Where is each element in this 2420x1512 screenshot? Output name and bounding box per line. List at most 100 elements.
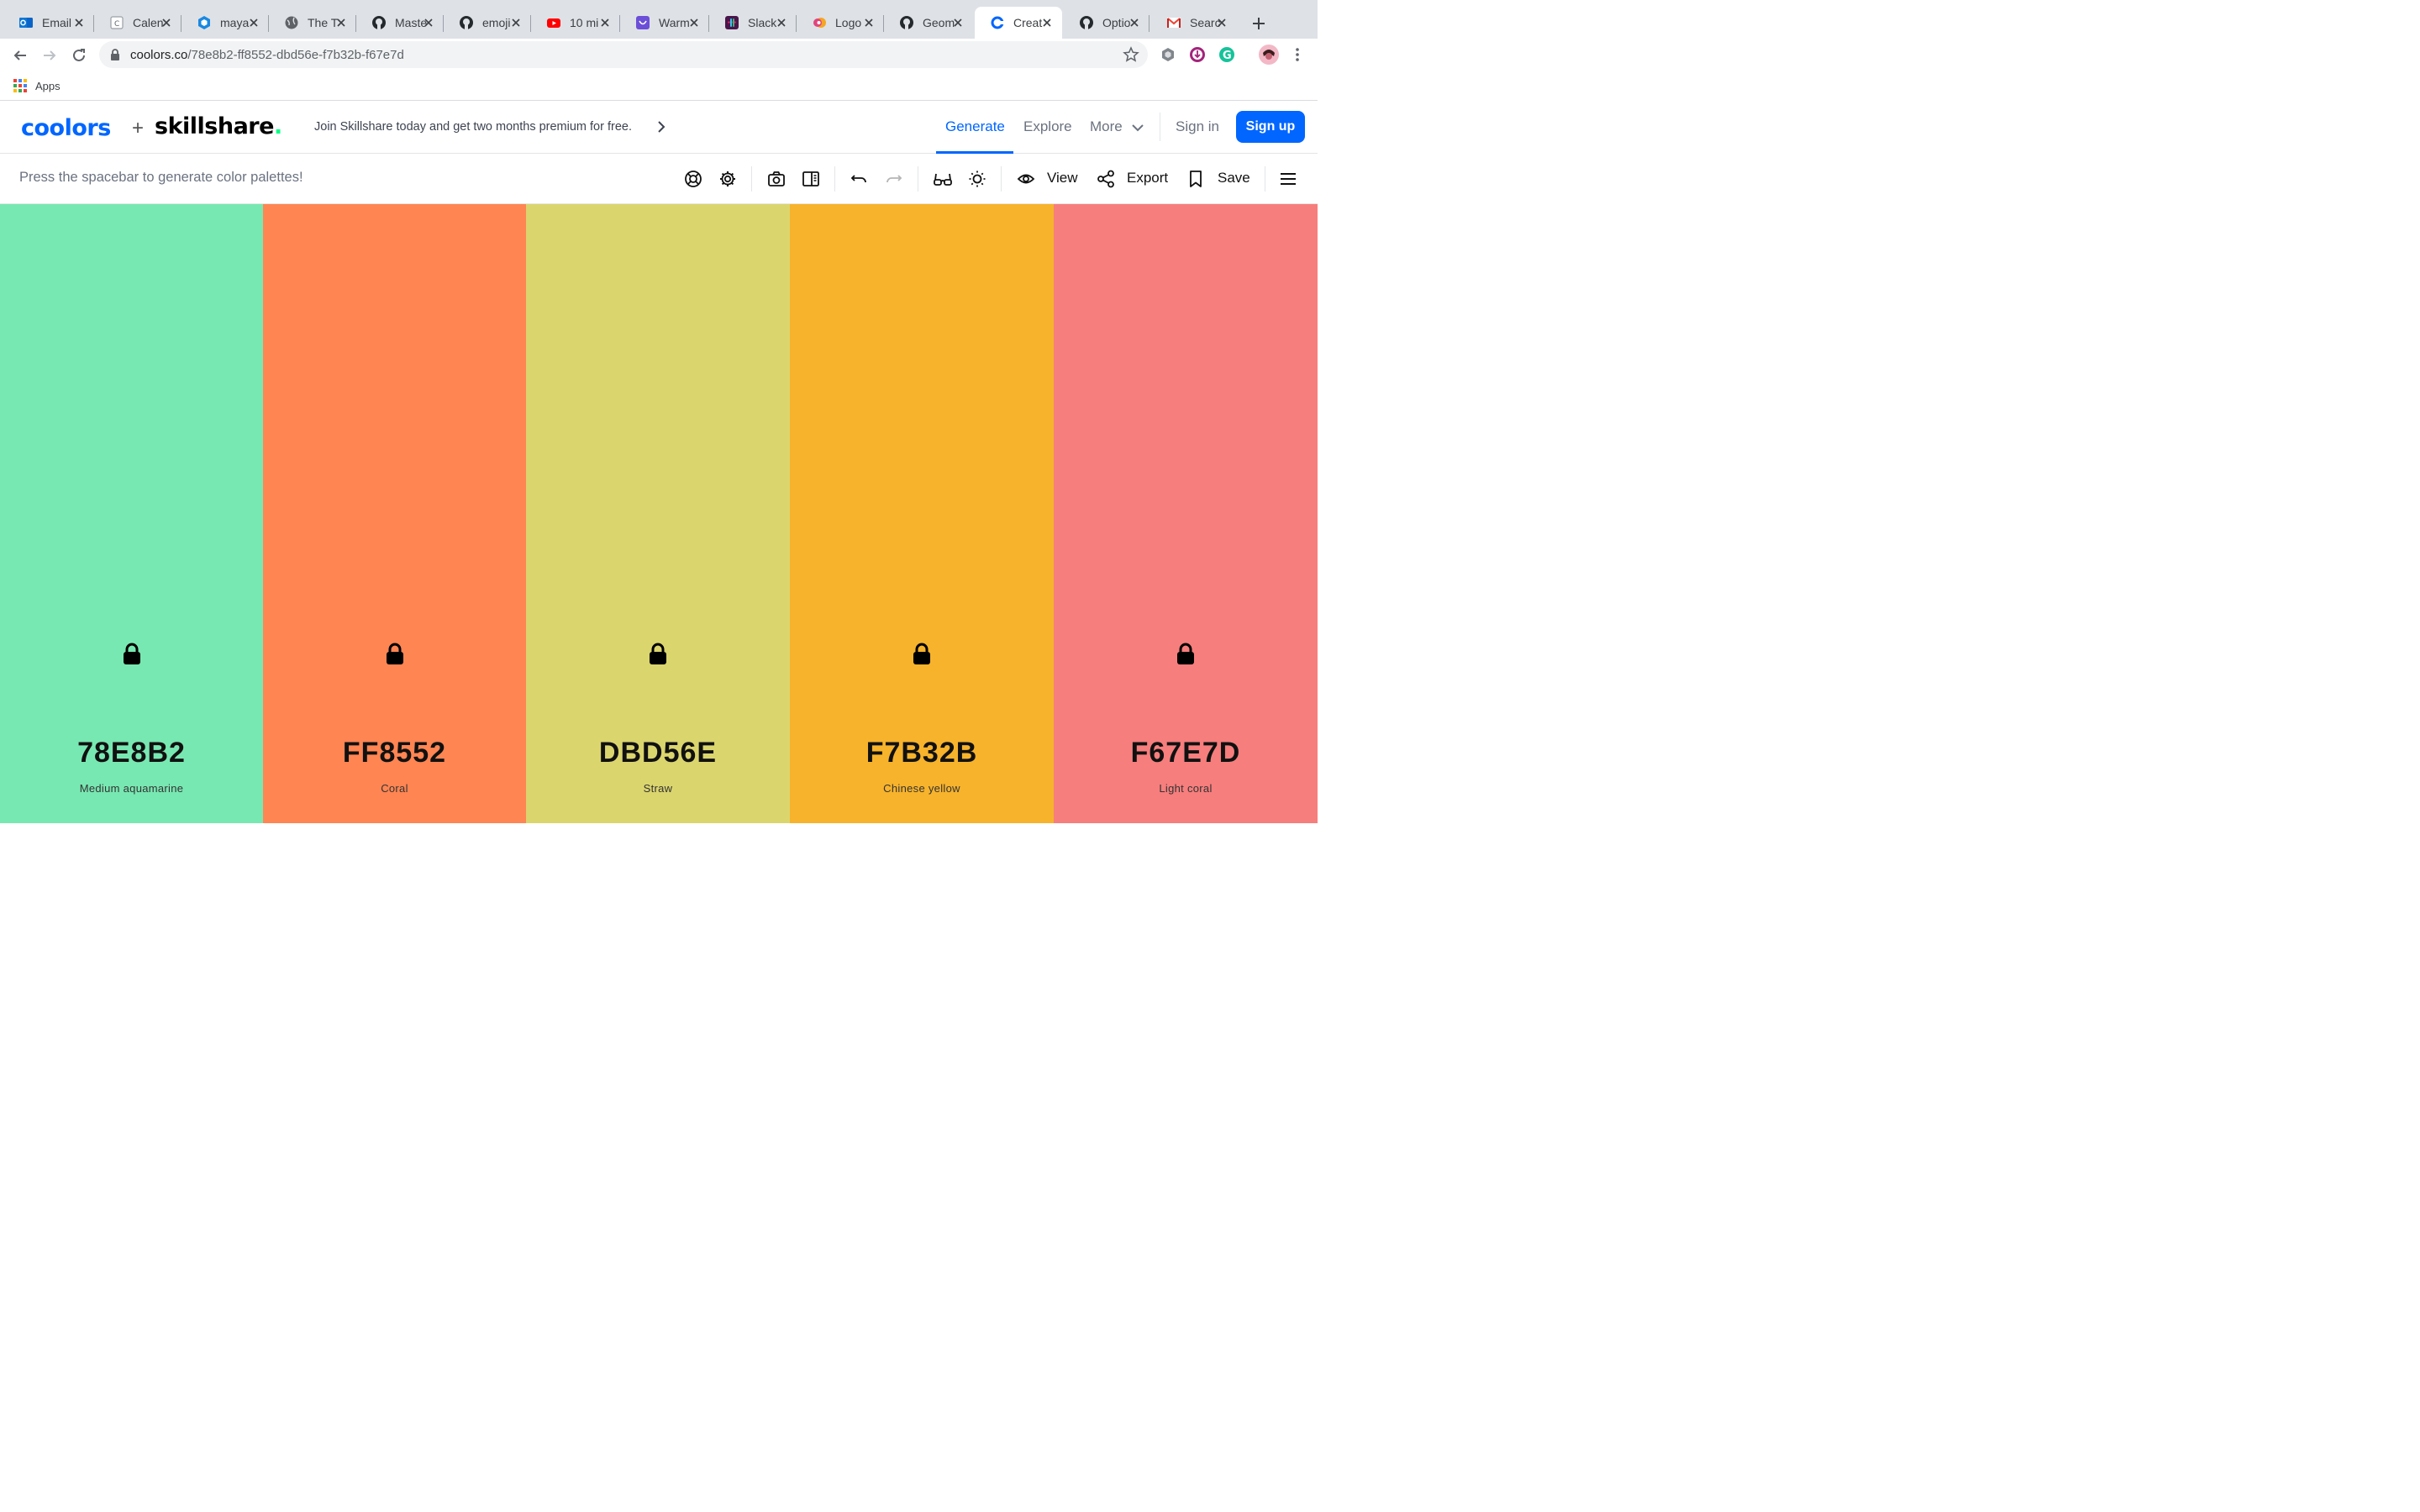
extension-hex-icon[interactable]: [1159, 45, 1177, 64]
address-bar[interactable]: coolors.co/78e8b2-ff8552-dbd56e-f7b32b-f…: [99, 41, 1148, 68]
svg-text:G: G: [1223, 50, 1232, 62]
sun-icon[interactable]: [967, 169, 987, 189]
github-icon: [1079, 15, 1094, 30]
eye-icon[interactable]: [1016, 169, 1036, 189]
color-swatch[interactable]: DBD56E Straw: [526, 204, 790, 823]
glasses-icon[interactable]: [933, 169, 953, 189]
bookmark-star-icon[interactable]: [1123, 46, 1139, 67]
hex-code[interactable]: F7B32B: [790, 737, 1054, 769]
color-swatch[interactable]: FF8552 Coral: [263, 204, 526, 823]
browser-tab[interactable]: 10 mi: [531, 7, 620, 39]
close-tab-icon[interactable]: [420, 14, 437, 31]
color-name: Medium aquamarine: [79, 782, 184, 795]
close-tab-icon[interactable]: [333, 14, 350, 31]
close-tab-icon[interactable]: [773, 14, 790, 31]
coolors-logo[interactable]: coolors: [21, 115, 111, 141]
save-button[interactable]: Save: [1218, 170, 1250, 186]
apps-bookmark[interactable]: Apps: [13, 79, 60, 92]
browser-tab[interactable]: Geom: [884, 7, 973, 39]
new-tab-icon[interactable]: [1249, 13, 1269, 34]
browser-tab[interactable]: Searc: [1151, 7, 1237, 39]
apps-grid-icon: [13, 79, 27, 92]
github-icon: [899, 15, 914, 30]
browser-tab[interactable]: Maste: [356, 7, 444, 39]
nav-more[interactable]: More: [1090, 118, 1123, 135]
close-tab-icon[interactable]: [508, 14, 524, 31]
close-tab-icon[interactable]: [71, 14, 87, 31]
coolors-icon: [990, 15, 1005, 30]
lock-icon[interactable]: [385, 643, 405, 666]
chevron-right-icon[interactable]: [654, 119, 669, 139]
back-arrow-icon[interactable]: [10, 45, 30, 66]
forward-arrow-icon[interactable]: [39, 45, 60, 66]
color-swatch[interactable]: F7B32B Chinese yellow: [790, 204, 1054, 823]
slack-icon: [724, 15, 739, 30]
gmail-icon: [1166, 15, 1181, 30]
lock-icon[interactable]: [1176, 643, 1196, 666]
browser-tab[interactable]: Slack: [709, 7, 797, 39]
browser-tab-strip: Email C Calen maya The T Maste emoji 10 …: [0, 0, 1318, 39]
hamburger-menu-icon[interactable]: [1278, 169, 1298, 189]
outlook-icon: [18, 15, 34, 30]
globe-icon: [284, 15, 299, 30]
lock-icon[interactable]: [648, 643, 668, 666]
chevron-down-icon[interactable]: [1130, 122, 1145, 138]
hex-code[interactable]: 78E8B2: [0, 737, 263, 769]
color-swatch[interactable]: 78E8B2 Medium aquamarine: [0, 204, 263, 823]
profile-avatar[interactable]: [1258, 44, 1280, 66]
hex-code[interactable]: FF8552: [263, 737, 526, 769]
tab-separator: [1149, 15, 1150, 32]
color-name: Chinese yellow: [883, 782, 960, 795]
hex-code[interactable]: DBD56E: [526, 737, 790, 769]
browser-tab[interactable]: maya: [182, 7, 269, 39]
undo-icon[interactable]: [849, 169, 869, 189]
close-tab-icon[interactable]: [686, 14, 702, 31]
browser-tab[interactable]: Logo: [797, 7, 884, 39]
url-host: coolors.co: [130, 48, 188, 62]
browser-tab[interactable]: C Calen: [94, 7, 182, 39]
skillshare-logo[interactable]: skillshare.: [155, 113, 282, 139]
camera-icon[interactable]: [766, 169, 786, 189]
settings-gear-icon[interactable]: [718, 169, 738, 189]
close-tab-icon[interactable]: [158, 14, 175, 31]
browser-tab-active[interactable]: Creat: [975, 7, 1062, 39]
svg-text:C: C: [114, 20, 119, 29]
side-panel-icon[interactable]: [801, 169, 821, 189]
browser-tab[interactable]: emoji: [444, 7, 531, 39]
nav-more-label: More: [1090, 118, 1123, 134]
browser-tab[interactable]: Email: [3, 7, 94, 39]
color-swatch[interactable]: F67E7D Light coral: [1054, 204, 1318, 823]
close-tab-icon[interactable]: [1213, 14, 1230, 31]
sign-in-link[interactable]: Sign in: [1176, 118, 1219, 135]
close-tab-icon[interactable]: [597, 14, 613, 31]
close-tab-icon[interactable]: [245, 14, 262, 31]
reload-icon[interactable]: [69, 45, 89, 66]
close-tab-icon[interactable]: [860, 14, 877, 31]
browser-menu-icon[interactable]: [1288, 45, 1307, 64]
grammarly-icon[interactable]: G: [1218, 45, 1236, 64]
color-palette: 78E8B2 Medium aquamarine FF8552 Coral DB…: [0, 204, 1318, 823]
hex-code[interactable]: F67E7D: [1054, 737, 1318, 769]
browser-tab[interactable]: Optio: [1064, 7, 1150, 39]
extension-download-icon[interactable]: [1188, 45, 1207, 64]
close-tab-icon[interactable]: [950, 14, 966, 31]
bookmark-icon[interactable]: [1186, 169, 1206, 189]
browser-tab[interactable]: Warm: [620, 7, 709, 39]
lock-icon[interactable]: [122, 643, 142, 666]
plus-sign: +: [132, 117, 145, 139]
nav-generate[interactable]: Generate: [945, 118, 1005, 135]
site-header: coolors + skillshare. Join Skillshare to…: [0, 102, 1318, 154]
close-tab-icon[interactable]: [1126, 14, 1143, 31]
export-button[interactable]: Export: [1127, 170, 1168, 186]
nav-explore[interactable]: Explore: [1023, 118, 1072, 135]
help-lifebuoy-icon[interactable]: [683, 169, 703, 189]
redo-icon[interactable]: [884, 169, 904, 189]
lock-icon[interactable]: [912, 643, 932, 666]
browser-tab[interactable]: The T: [269, 7, 356, 39]
apps-label: Apps: [35, 79, 60, 92]
close-tab-icon[interactable]: [1039, 14, 1055, 31]
promo-link[interactable]: Join Skillshare today and get two months…: [314, 120, 632, 134]
sign-up-button[interactable]: Sign up: [1236, 111, 1305, 143]
share-icon[interactable]: [1096, 169, 1116, 189]
view-button[interactable]: View: [1047, 170, 1078, 186]
